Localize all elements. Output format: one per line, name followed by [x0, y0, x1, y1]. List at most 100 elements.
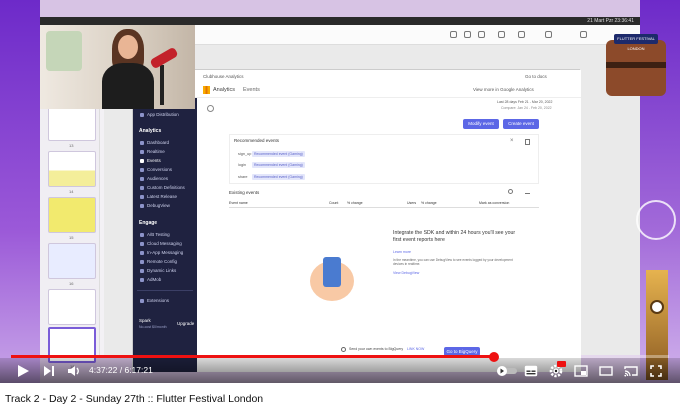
subtitles-icon[interactable] — [524, 365, 538, 377]
view-more-ga-link[interactable]: View more in Google Analytics — [473, 87, 534, 92]
suitcase-strap — [606, 62, 666, 68]
date-range[interactable]: Last 28 days Feb 21 - Mar 20, 2022 — [497, 100, 552, 104]
sidebar-item-conversions[interactable]: Conversions — [147, 167, 172, 172]
video-frame[interactable]: 21 Mart Pzr 23:36:41 13 14 15 16 17 18 — [0, 0, 680, 383]
festival-badge: FLUTTER FESTIVAL LONDON — [614, 34, 658, 51]
sidebar-item-audiences[interactable]: Audiences — [147, 176, 168, 181]
recommended-chip[interactable]: Recommended event (Gaming) — [252, 151, 305, 157]
delete-icon[interactable] — [525, 139, 530, 145]
sidebar-item-extensions[interactable]: Extensions — [147, 298, 169, 303]
ab-testing-icon — [140, 233, 144, 237]
sidebar-section-engage: Engage — [139, 220, 158, 226]
column-header[interactable]: % change — [347, 201, 363, 205]
admob-icon — [140, 278, 144, 282]
remote-config-icon — [140, 260, 144, 264]
project-name[interactable]: Clubhouse Analytics — [203, 74, 244, 79]
existing-events-title: Existing events — [229, 190, 260, 195]
plan-note: No-cost $0/month — [139, 325, 167, 329]
modify-event-button[interactable]: Modify event — [463, 119, 499, 129]
events-icon — [140, 159, 144, 163]
sidebar-item-dashboard[interactable]: Dashboard — [147, 140, 169, 145]
sidebar-item-in-app-messaging[interactable]: In-App Messaging — [147, 250, 183, 255]
fullscreen-icon[interactable] — [650, 365, 662, 377]
clock-icon — [650, 300, 664, 314]
highlight-icon — [545, 31, 552, 38]
debugview-icon — [140, 204, 144, 208]
event-name: sign_up — [238, 152, 252, 156]
hd-badge-icon — [557, 361, 566, 367]
events-table-header: Event name Count % change Users % change… — [229, 200, 539, 208]
sidebar-item-dynamic-links[interactable]: Dynamic Links — [147, 268, 176, 273]
upgrade-button[interactable]: Upgrade — [177, 321, 194, 326]
column-header[interactable]: Event name — [229, 201, 248, 205]
miniplayer-icon[interactable] — [574, 365, 588, 377]
mac-menubar: 21 Mart Pzr 23:36:41 — [40, 17, 640, 25]
create-event-button[interactable]: Create event — [503, 119, 539, 129]
slide-thumb[interactable]: 15 — [48, 197, 96, 240]
markup-icon — [498, 31, 505, 38]
sidebar-item-latest-release[interactable]: Latest Release — [147, 194, 177, 199]
go-to-docs-link[interactable]: Go to docs — [525, 74, 547, 79]
sidebar-item-cloud-messaging[interactable]: Cloud Messaging — [147, 241, 182, 246]
close-icon[interactable]: × — [510, 138, 514, 144]
sidebar-item-remote-config[interactable]: Remote Config — [147, 259, 177, 264]
custom-definitions-icon — [140, 186, 144, 190]
sidebar-item-ab-testing[interactable]: A/B Testing — [147, 232, 170, 237]
recommended-title: Recommended events — [234, 138, 280, 143]
slide-thumb[interactable]: 17 — [48, 289, 96, 332]
column-header[interactable]: % change — [421, 201, 437, 205]
column-header[interactable]: Count — [329, 201, 338, 205]
bigquery-prompt: Send your own events to BigQuery — [349, 347, 404, 351]
volume-icon[interactable] — [67, 364, 81, 378]
slide-thumb[interactable]: 13 — [48, 105, 96, 148]
slide-thumb[interactable]: 16 — [48, 243, 96, 286]
bigquery-icon — [341, 347, 346, 352]
time-display: 4:37:22 / 6:17:21 — [89, 365, 153, 375]
learn-more-link[interactable]: Learn more — [393, 250, 411, 254]
zoom-in-icon — [464, 31, 471, 38]
play-icon[interactable] — [16, 364, 30, 378]
autoplay-toggle-icon[interactable] — [496, 365, 518, 377]
duration: 6:17:21 — [124, 365, 153, 375]
sidebar-item-app-distribution[interactable]: App Distribution — [147, 112, 179, 117]
filter-icon[interactable] — [207, 105, 214, 112]
rotate-icon — [518, 31, 525, 38]
extensions-icon — [140, 299, 144, 303]
analytics-logo-icon — [203, 86, 210, 94]
header-product: Analytics — [213, 87, 236, 93]
events-page: Last 28 days Feb 21 - Mar 20, 2022 Compa… — [197, 98, 581, 372]
theater-icon[interactable] — [599, 366, 613, 376]
slide-thumb[interactable]: 14 — [48, 151, 96, 194]
download-icon[interactable] — [525, 189, 530, 194]
zoom-out-icon — [450, 31, 457, 38]
scrubber-handle[interactable] — [488, 351, 499, 362]
sidebar-item-realtime[interactable]: Realtime — [147, 149, 165, 154]
next-icon[interactable] — [43, 365, 55, 377]
firebase-header: Clubhouse Analytics Go to docs Analytics… — [133, 70, 581, 98]
sidebar-item-debugview[interactable]: DebugView — [147, 203, 170, 208]
sidebar-item-events[interactable]: Events — [147, 158, 161, 163]
firebase-console-window: Clubhouse Analytics Go to docs Analytics… — [132, 69, 581, 372]
cloud-messaging-icon — [140, 242, 144, 246]
debugview-link[interactable]: View DebugView — [393, 271, 419, 275]
column-header[interactable]: Users — [407, 201, 416, 205]
stream-overlay-left — [0, 0, 40, 383]
column-header[interactable]: Mark as conversion — [479, 201, 509, 205]
share-icon — [478, 31, 485, 38]
conversions-icon — [140, 168, 144, 172]
audiences-icon — [140, 177, 144, 181]
realtime-icon — [140, 150, 144, 154]
empty-state-title: Integrate the SDK and within 24 hours yo… — [393, 230, 516, 243]
sidebar-item-admob[interactable]: AdMob — [147, 277, 161, 282]
sidebar-item-custom-definitions[interactable]: Custom Definitions — [147, 185, 185, 190]
recommended-chip[interactable]: Recommended event (Gaming) — [252, 162, 305, 168]
recommended-chip[interactable]: Recommended event (Gaming) — [252, 174, 305, 180]
latest-release-icon — [140, 195, 144, 199]
youtube-player-page: 21 Mart Pzr 23:36:41 13 14 15 16 17 18 — [0, 0, 680, 411]
plan-name: Spark — [139, 318, 151, 323]
cast-icon[interactable] — [624, 365, 638, 377]
link-bigquery-link[interactable]: LINK NOW — [407, 347, 424, 351]
search-icon[interactable] — [508, 189, 513, 194]
app-distribution-icon — [140, 113, 144, 117]
speaker-face — [118, 35, 138, 59]
